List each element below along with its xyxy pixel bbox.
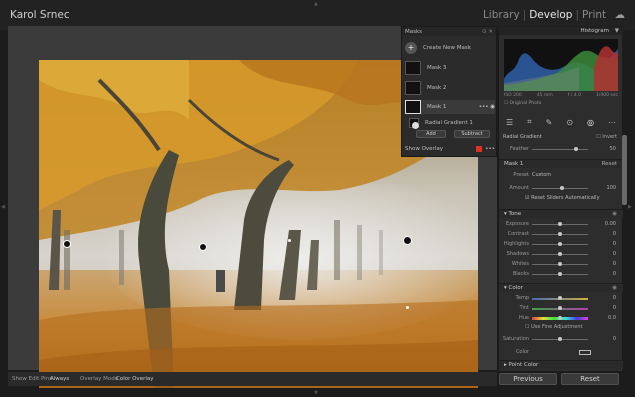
histogram-header[interactable]: Histogram ▼	[499, 26, 623, 35]
top-panel-toggle-icon[interactable]: ▲	[314, 1, 318, 7]
plus-icon: +	[405, 42, 417, 54]
saturation-slider[interactable]: Saturation 0	[499, 335, 623, 344]
point-color-title: Point Color	[508, 362, 539, 368]
previous-button[interactable]: Previous	[499, 373, 557, 385]
preset-value[interactable]: Custom	[532, 172, 551, 178]
fine-adjustment-checkbox[interactable]: ☐ Use Fine Adjustment	[525, 324, 582, 330]
radial-gradient-thumbnail	[409, 118, 419, 129]
module-picker: Library | Develop | Print ☁	[482, 9, 626, 21]
point-color-section-header[interactable]: ▸ Point Color	[499, 360, 623, 369]
bottom-toolbar: Show Edit Pins : Always Overlay Mode : C…	[8, 372, 497, 386]
hue-slider[interactable]: Hue 0.0	[499, 314, 623, 323]
right-panel-scrollbar[interactable]	[622, 135, 627, 205]
temp-slider[interactable]: Temp 0	[499, 294, 623, 303]
right-panel-toggle-icon[interactable]: ▶	[628, 204, 632, 210]
create-new-mask-button[interactable]: + Create New Mask	[405, 42, 471, 54]
overlay-menu-icon[interactable]: •••	[485, 146, 495, 152]
show-overlay-row[interactable]: Show Overlay •••	[405, 146, 495, 152]
mask-reset-button[interactable]: Reset	[602, 161, 617, 167]
show-overlay-label: Show Overlay	[405, 146, 443, 152]
shadows-slider[interactable]: Shadows 0	[499, 250, 623, 259]
add-button[interactable]: Add	[416, 130, 446, 138]
tone-title: Tone	[508, 211, 522, 217]
invert-checkbox[interactable]: ☐ Invert	[596, 134, 617, 140]
more-tool-icon[interactable]: ⋯	[608, 118, 616, 127]
mask-1-label: Mask 1	[427, 104, 447, 110]
masking-tool-icon[interactable]: ◎	[587, 118, 594, 127]
module-library[interactable]: Library	[483, 9, 520, 21]
more-options-icon[interactable]: ••• ◉	[479, 104, 495, 110]
color-visibility-icon[interactable]: ◉	[612, 285, 617, 291]
histogram-title: Histogram	[580, 28, 609, 34]
module-develop[interactable]: Develop	[529, 9, 572, 21]
module-print[interactable]: Print	[582, 9, 606, 21]
edit-tool-icon[interactable]: ☰	[506, 118, 513, 127]
feather-slider[interactable]: Feather 50	[499, 145, 623, 154]
overlay-mode-dropdown[interactable]: Color Overlay	[116, 376, 154, 382]
mask-3-label: Mask 3	[427, 65, 447, 71]
masks-panel-header[interactable]: Masks ⊙ ✕	[402, 27, 496, 36]
mask-item-1[interactable]: Mask 1 ••• ◉	[405, 100, 495, 114]
bottom-panel-toggle-icon[interactable]: ▼	[314, 390, 318, 396]
color-section-header[interactable]: ▾ Color ◉	[499, 283, 623, 292]
amount-slider[interactable]: Amount 100	[499, 184, 623, 193]
radial-gradient-label: Radial Gradient	[503, 134, 542, 140]
user-name: Karol Srnec	[10, 9, 70, 21]
mask-item-2[interactable]: Mask 2	[405, 81, 446, 95]
blacks-slider[interactable]: Blacks 0	[499, 270, 623, 279]
contrast-slider[interactable]: Contrast 0	[499, 230, 623, 239]
reset-button[interactable]: Reset	[561, 373, 619, 385]
original-photo-checkbox[interactable]: ☐ Original Photo	[504, 101, 541, 106]
crop-tool-icon[interactable]: ⌗	[527, 117, 532, 127]
whites-slider[interactable]: Whites 0	[499, 260, 623, 269]
color-swatch[interactable]	[579, 350, 591, 355]
mask-1-section-label: Mask 1	[504, 161, 524, 167]
mask-2-thumbnail	[405, 81, 421, 95]
preset-row[interactable]: Preset Custom	[499, 171, 623, 180]
left-panel-toggle-icon[interactable]: ◀	[1, 204, 5, 210]
reset-sliders-checkbox[interactable]: ☑ Reset Sliders Automatically	[525, 195, 600, 201]
masks-panel: Masks ⊙ ✕ + Create New Mask Mask 3 Mask …	[401, 26, 497, 157]
heal-tool-icon[interactable]: ✎	[546, 118, 553, 127]
radial-gradient-row: Radial Gradient ☐ Invert	[499, 133, 623, 142]
cloud-icon[interactable]: ☁	[615, 9, 626, 21]
tint-slider[interactable]: Tint 0	[499, 304, 623, 313]
color-title: Color	[508, 285, 523, 291]
mask-3-thumbnail	[405, 61, 421, 75]
highlights-slider[interactable]: Highlights 0	[499, 240, 623, 249]
color-swatch-row[interactable]: Color	[499, 348, 623, 357]
red-eye-tool-icon[interactable]: ⊙	[566, 118, 573, 127]
component-label: Radial Gradient 1	[425, 120, 473, 126]
mask-item-3[interactable]: Mask 3	[405, 61, 446, 75]
tone-visibility-icon[interactable]: ◉	[612, 211, 617, 217]
masks-title: Masks	[405, 28, 423, 35]
mask-2-label: Mask 2	[427, 85, 447, 91]
histogram-graph[interactable]	[504, 39, 618, 91]
mask-1-thumbnail	[405, 100, 421, 114]
mask-1-header[interactable]: Mask 1 Reset	[499, 159, 623, 168]
overlay-color-swatch[interactable]	[476, 146, 483, 152]
exif-info: ISO 200 45 mm f / 4.0 1/400 sec	[504, 93, 618, 98]
exposure-slider[interactable]: Exposure 0.00	[499, 220, 623, 229]
right-panel: Histogram ▼ ISO 200 45 mm f / 4.0 1/400 sec…	[498, 26, 623, 371]
create-mask-label: Create New Mask	[423, 45, 471, 51]
subtract-button[interactable]: Subtract	[454, 130, 490, 138]
component-radial-gradient-1[interactable]: Radial Gradient 1	[405, 118, 473, 129]
show-edit-pins-dropdown[interactable]: Always	[50, 376, 69, 382]
tone-section-header[interactable]: ▾ Tone ◉	[499, 209, 623, 218]
histogram-chart	[504, 46, 618, 91]
tool-strip: ☰ ⌗ ✎ ⊙ ◎ ⋯	[499, 114, 623, 130]
